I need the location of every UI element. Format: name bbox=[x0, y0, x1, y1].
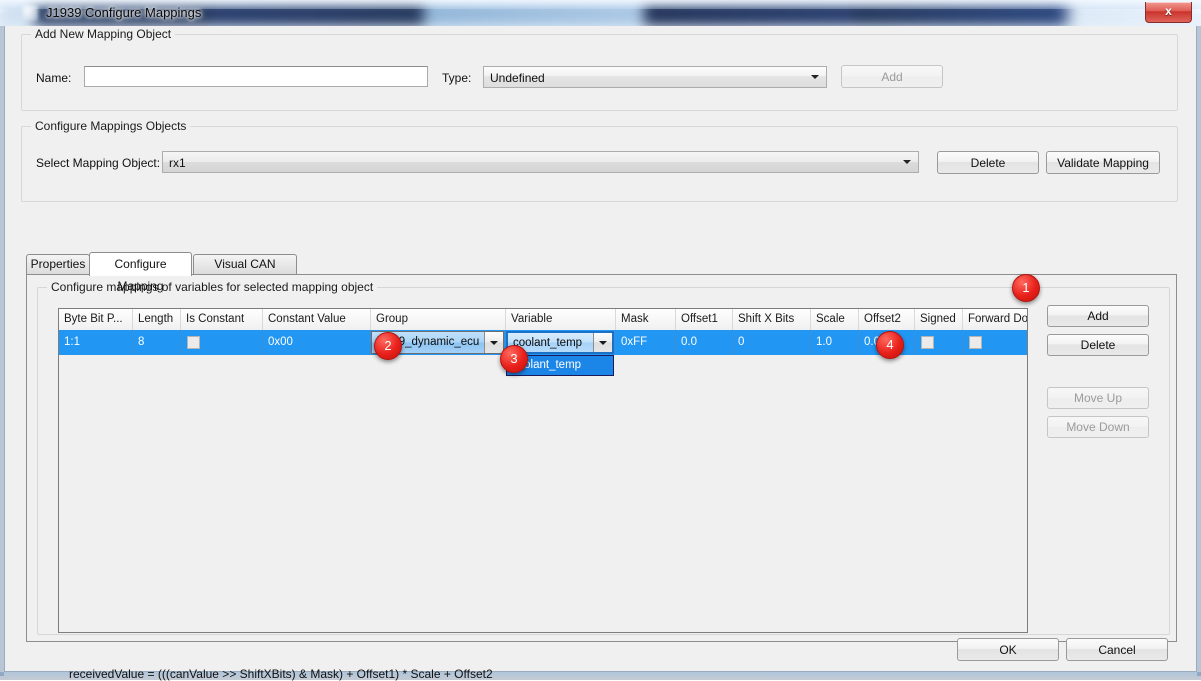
column-header-offset1[interactable]: Offset1 bbox=[676, 309, 733, 330]
window-app-icon bbox=[22, 5, 38, 21]
ok-button[interactable]: OK bbox=[957, 638, 1059, 661]
add-new-mapping-object-group: Add New Mapping Object Name: Type: Undef… bbox=[21, 34, 1178, 111]
move-up-button[interactable]: Move Up bbox=[1047, 387, 1149, 409]
formula-text: receivedValue = (((canValue >> ShiftXBit… bbox=[69, 667, 493, 681]
title-bar: J1939 Configure Mappings x bbox=[0, 0, 1201, 26]
configure-mapping-tab-panel: Configure mappings of variables for sele… bbox=[26, 274, 1177, 642]
is-constant-checkbox[interactable] bbox=[187, 336, 200, 349]
column-header-constant-value[interactable]: Constant Value bbox=[263, 309, 371, 330]
configure-mappings-objects-legend: Configure Mappings Objects bbox=[31, 119, 190, 133]
cancel-button[interactable]: Cancel bbox=[1066, 638, 1168, 661]
annotation-badge-4: 4 bbox=[876, 331, 904, 359]
cell-constant-value[interactable]: 0x00 bbox=[263, 330, 371, 355]
delete-row-button[interactable]: Delete bbox=[1047, 334, 1149, 356]
tab-properties[interactable]: Properties bbox=[26, 254, 90, 274]
grid-header-row: Byte Bit P... Length Is Constant Constan… bbox=[59, 309, 1027, 331]
dialog-window: J1939 Configure Mappings x Add New Mappi… bbox=[0, 0, 1201, 680]
move-down-button[interactable]: Move Down bbox=[1047, 416, 1149, 438]
mapping-grid-legend: Configure mappings of variables for sele… bbox=[47, 280, 377, 294]
chevron-down-icon bbox=[903, 160, 911, 164]
configure-mappings-objects-group: Configure Mappings Objects Select Mappin… bbox=[21, 126, 1178, 202]
cell-length[interactable]: 8 bbox=[133, 330, 181, 355]
annotation-badge-1: 1 bbox=[1012, 274, 1040, 302]
column-header-byte-bit-position[interactable]: Byte Bit P... bbox=[59, 309, 133, 330]
column-header-offset2[interactable]: Offset2 bbox=[859, 309, 915, 330]
column-header-forward-dont-care[interactable]: Forward Don't Care bbox=[963, 309, 1028, 330]
cell-scale[interactable]: 1.0 bbox=[811, 330, 859, 355]
type-combobox-value: Undefined bbox=[490, 67, 545, 89]
add-new-mapping-object-legend: Add New Mapping Object bbox=[31, 27, 175, 41]
tab-visual-can-mapping[interactable]: Visual CAN Mapping bbox=[193, 254, 297, 274]
column-header-signed[interactable]: Signed bbox=[915, 309, 963, 330]
type-combobox[interactable]: Undefined bbox=[483, 66, 827, 88]
grid-empty-body bbox=[59, 355, 1027, 632]
select-mapping-object-combobox[interactable]: rx1 bbox=[162, 151, 919, 173]
cell-byte-bit-position[interactable]: 1:1 bbox=[59, 330, 133, 355]
chevron-down-icon[interactable] bbox=[593, 333, 612, 352]
cell-mask[interactable]: 0xFF bbox=[616, 330, 676, 355]
chevron-down-icon[interactable] bbox=[484, 332, 503, 353]
chevron-down-icon bbox=[811, 75, 819, 79]
cell-is-constant[interactable] bbox=[181, 330, 263, 355]
select-mapping-object-value: rx1 bbox=[169, 152, 186, 174]
name-label: Name: bbox=[36, 71, 71, 85]
close-icon: x bbox=[1146, 2, 1191, 21]
close-button[interactable]: x bbox=[1145, 2, 1192, 23]
cell-offset1[interactable]: 0.0 bbox=[676, 330, 733, 355]
forward-dont-care-checkbox[interactable] bbox=[969, 336, 982, 349]
column-header-shift-x-bits[interactable]: Shift X Bits bbox=[733, 309, 811, 330]
add-row-button[interactable]: Add bbox=[1047, 305, 1149, 327]
signed-checkbox[interactable] bbox=[921, 336, 934, 349]
tab-configure-mapping[interactable]: Configure Mapping bbox=[89, 252, 192, 276]
add-mapping-object-button[interactable]: Add bbox=[841, 65, 943, 88]
window-title: J1939 Configure Mappings bbox=[46, 3, 201, 23]
window-shadow-right bbox=[1197, 26, 1201, 676]
column-header-mask[interactable]: Mask bbox=[616, 309, 676, 330]
cell-signed[interactable] bbox=[915, 330, 963, 355]
column-header-is-constant[interactable]: Is Constant bbox=[181, 309, 263, 330]
type-label: Type: bbox=[442, 71, 471, 85]
column-header-length[interactable]: Length bbox=[133, 309, 181, 330]
annotation-badge-3: 3 bbox=[500, 345, 528, 373]
select-mapping-object-label: Select Mapping Object: bbox=[36, 156, 160, 170]
cell-forward-dont-care[interactable] bbox=[963, 330, 1028, 355]
column-header-variable[interactable]: Variable bbox=[506, 309, 616, 330]
validate-mapping-button[interactable]: Validate Mapping bbox=[1046, 151, 1160, 174]
delete-mapping-object-button[interactable]: Delete bbox=[937, 151, 1039, 174]
cell-shift-x-bits[interactable]: 0 bbox=[733, 330, 811, 355]
column-header-group[interactable]: Group bbox=[371, 309, 506, 330]
dialog-client-area: Add New Mapping Object Name: Type: Undef… bbox=[4, 26, 1197, 672]
annotation-badge-2: 2 bbox=[374, 332, 402, 360]
column-header-scale[interactable]: Scale bbox=[811, 309, 859, 330]
name-input[interactable] bbox=[84, 66, 428, 87]
